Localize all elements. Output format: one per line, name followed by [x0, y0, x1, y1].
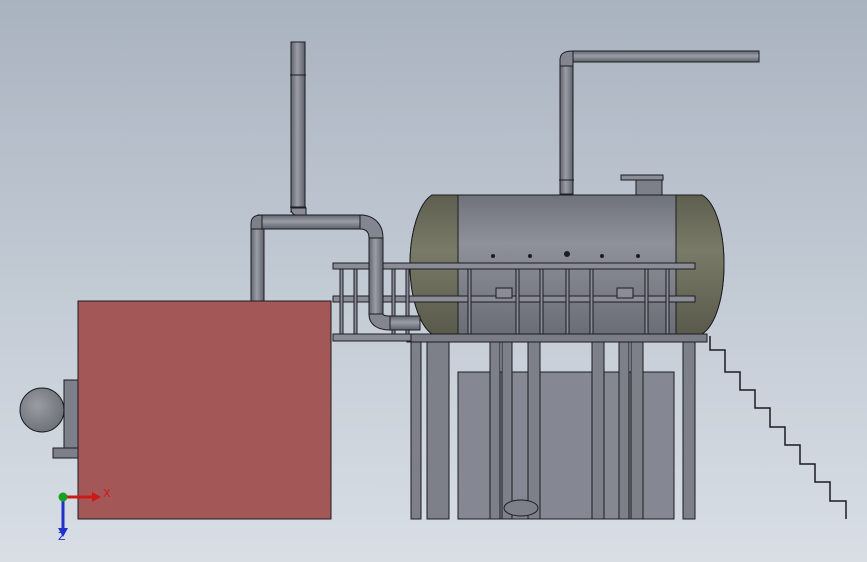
flue-elbow-left — [250, 214, 263, 230]
frame-leg — [682, 341, 696, 520]
frame-leg — [630, 341, 644, 520]
flue-elbow-right — [359, 214, 384, 239]
axis-z-label: Z — [58, 530, 66, 543]
cad-viewport[interactable]: X Z — [0, 0, 867, 562]
frame-leg — [489, 341, 501, 520]
railing-top-rail — [332, 262, 696, 270]
staircase — [709, 336, 847, 519]
triad-y-axis — [58, 492, 68, 502]
tank-nozzle — [636, 254, 640, 258]
tank-manhole-flange — [620, 174, 664, 181]
boiler-assembly — [19, 300, 332, 520]
chimney-pipe — [290, 41, 306, 213]
tank-nozzle — [528, 254, 532, 258]
frame-top-beam — [406, 333, 708, 343]
frame-leg — [426, 341, 450, 520]
railing-bracket — [616, 287, 634, 299]
platform-deck — [332, 333, 412, 342]
steam-header-pipe — [572, 50, 760, 63]
steam-elbow — [559, 50, 574, 67]
frame-leg — [410, 341, 422, 520]
burner-motor — [19, 387, 65, 433]
burner-base — [52, 447, 80, 459]
frame-leg — [527, 341, 541, 520]
feed-pipe-down — [368, 237, 384, 315]
tank-nozzle — [564, 251, 570, 257]
flue-pipe-down — [250, 228, 265, 302]
feed-pipe-to-tank — [389, 315, 421, 331]
boiler-body — [77, 300, 332, 520]
railing-mid-rail — [332, 295, 696, 303]
steam-riser-pipe — [559, 65, 574, 195]
tank-nozzle — [491, 254, 495, 258]
axis-x-label: X — [103, 487, 111, 500]
railing-bracket — [495, 287, 513, 299]
feed-elbow — [368, 313, 391, 331]
cad-model-view[interactable] — [0, 0, 867, 562]
flue-pipe-horizontal — [257, 214, 364, 230]
frame-leg — [591, 341, 605, 520]
stair-profile — [709, 336, 847, 519]
tank-nozzle — [600, 254, 604, 258]
drain-valve — [503, 499, 539, 517]
